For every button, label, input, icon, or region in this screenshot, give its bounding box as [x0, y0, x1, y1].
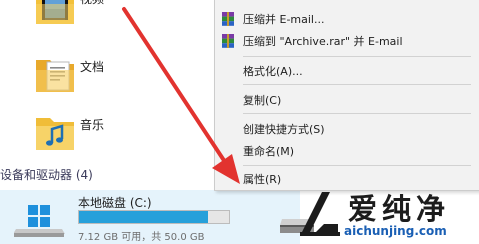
windows-drive-icon — [14, 205, 65, 237]
context-menu: 压缩并 E-mail... 压缩到 "Archive.rar" 并 E-mail… — [214, 0, 479, 191]
menu-item-rename[interactable]: 重命名(M) — [215, 140, 479, 162]
menu-item-copy[interactable]: 复制(C) — [215, 89, 479, 111]
drive-free-space: 7.12 GB 可用，共 50.0 GB — [78, 232, 205, 243]
menu-item-label: 压缩并 E-mail... — [243, 13, 325, 26]
folder-item-documents[interactable]: 文档 — [30, 54, 210, 98]
watermark-url: aichunjing.com — [344, 224, 447, 238]
folder-label: 视频 — [80, 0, 104, 7]
drive-usage-bar — [78, 210, 230, 224]
documents-folder-icon — [36, 60, 74, 92]
menu-item-label: 属性(R) — [243, 173, 282, 186]
menu-item-create-shortcut[interactable]: 创建快捷方式(S) — [215, 118, 479, 140]
drive-name: 本地磁盘 (C:) — [78, 196, 152, 210]
menu-item-label: 压缩到 "Archive.rar" 并 E-mail — [243, 35, 403, 48]
music-folder-icon — [36, 118, 74, 150]
menu-separator — [243, 113, 471, 114]
video-folder-icon — [36, 0, 74, 24]
menu-item-label: 复制(C) — [243, 94, 282, 107]
menu-item-compress-email[interactable]: 压缩并 E-mail... — [215, 8, 479, 30]
watermark: 爱纯净 aichunjing.com — [298, 186, 479, 244]
menu-separator — [243, 56, 471, 57]
devices-section-header[interactable]: 设备和驱动器 (4) — [0, 166, 93, 183]
menu-item-label: 创建快捷方式(S) — [243, 123, 325, 136]
menu-item-label: 重命名(M) — [243, 145, 295, 158]
menu-item-compress-archive-email[interactable]: 压缩到 "Archive.rar" 并 E-mail — [215, 30, 479, 52]
menu-separator — [243, 165, 471, 166]
menu-item-format[interactable]: 格式化(A)... — [215, 60, 479, 82]
winrar-archive-icon — [222, 34, 234, 48]
watermark-logo-icon — [300, 192, 340, 236]
menu-separator — [243, 84, 471, 85]
watermark-text: 爱纯净 — [348, 192, 451, 226]
folder-item-music[interactable]: 音乐 — [30, 112, 210, 156]
winrar-archive-icon — [222, 12, 234, 26]
drive-item-c[interactable]: 本地磁盘 (C:) 7.12 GB 可用，共 50.0 GB — [0, 190, 300, 244]
menu-item-label: 格式化(A)... — [243, 65, 303, 78]
folder-item-videos[interactable]: 视频 — [30, 0, 210, 30]
explorer-window: 视频 文档 音乐 设备和驱动器 (4) — [0, 0, 479, 244]
folder-label: 文档 — [80, 60, 105, 74]
folder-label: 音乐 — [80, 118, 105, 132]
drive-usage-fill — [79, 211, 208, 223]
